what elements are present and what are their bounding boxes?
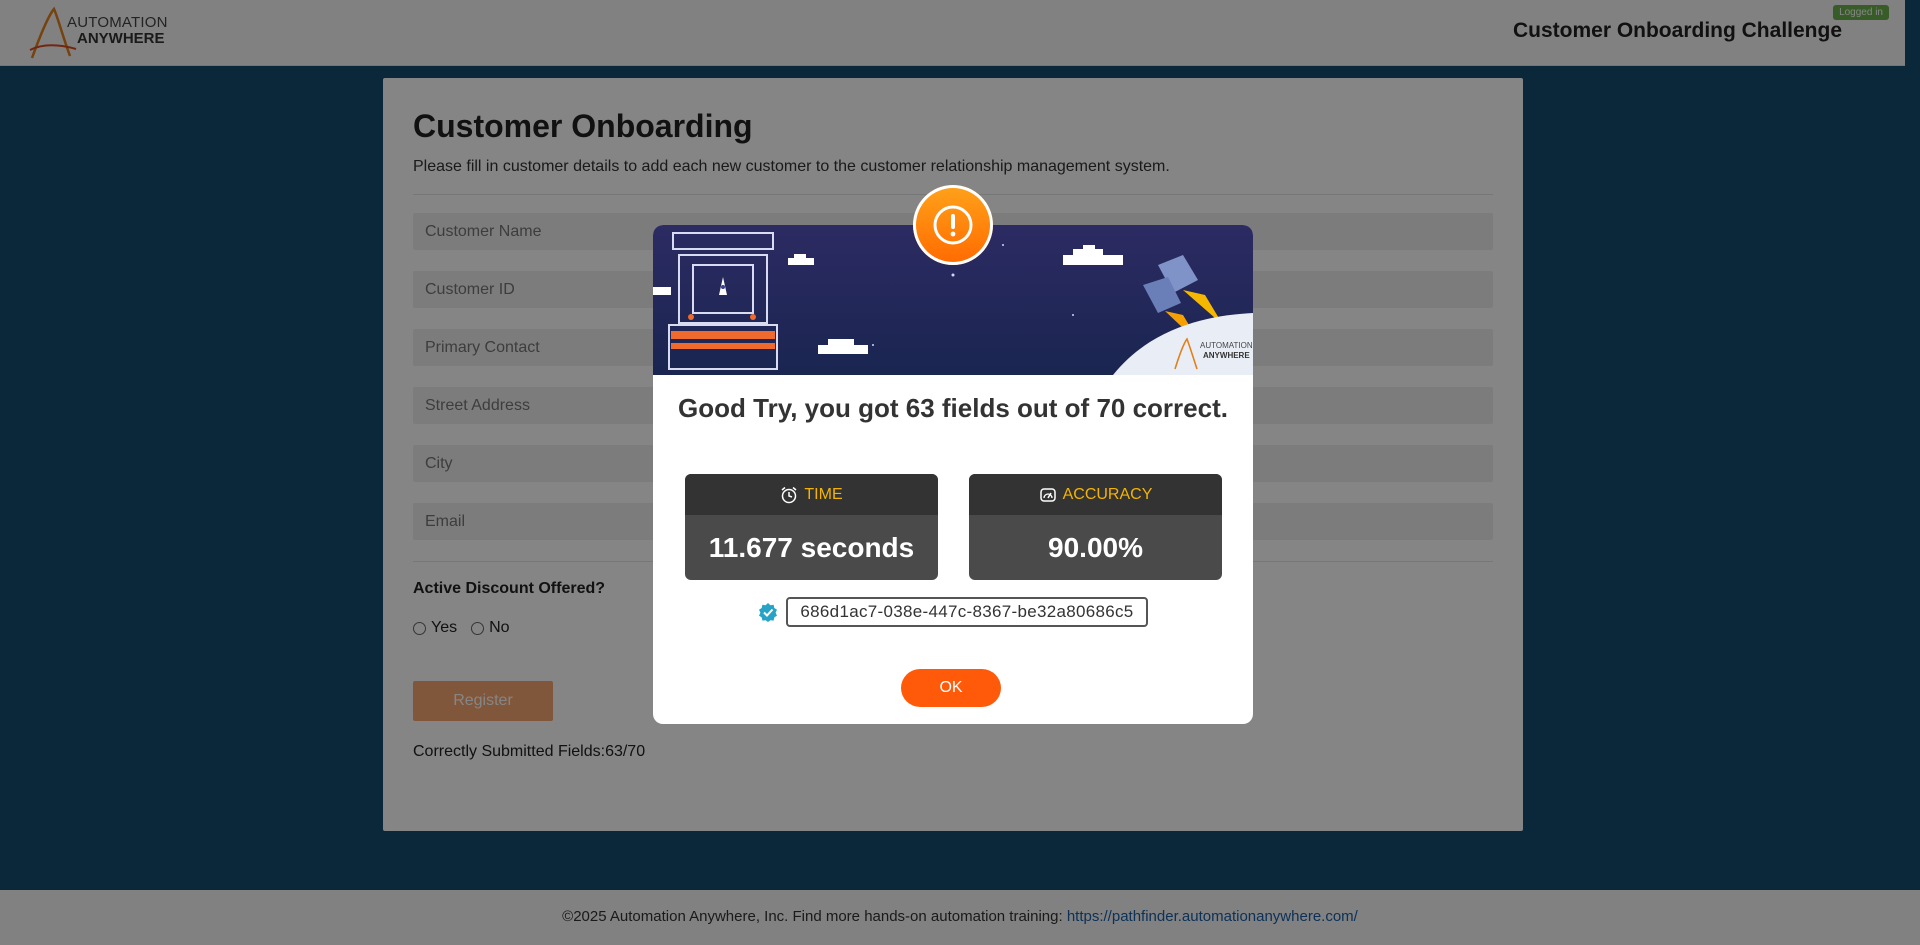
result-modal: AUTOMATION ANYWHERE Good Try, you got 63… (653, 185, 1253, 724)
alarm-clock-icon (781, 486, 797, 503)
completion-code-box[interactable]: 686d1ac7-038e-447c-8367-be32a80686c5 (786, 597, 1148, 627)
banner-logo-line2: ANYWHERE (1203, 351, 1250, 360)
gauge-icon (1039, 487, 1056, 502)
completion-code-row: 686d1ac7-038e-447c-8367-be32a80686c5 (653, 597, 1253, 627)
time-label: TIME (804, 485, 843, 503)
accuracy-stat-header: ACCURACY (969, 474, 1222, 515)
ok-button[interactable]: OK (901, 669, 1001, 707)
exclamation-icon (913, 185, 993, 265)
time-value: 11.677 seconds (708, 531, 915, 563)
accuracy-label: ACCURACY (1062, 485, 1153, 503)
accuracy-value: 90.00% (1048, 531, 1143, 563)
verified-check-icon (759, 603, 778, 622)
accuracy-stat-card: ACCURACY 90.00% (969, 474, 1222, 580)
time-stat-card: TIME 11.677 seconds (685, 474, 938, 580)
time-stat-header: TIME (685, 474, 938, 515)
banner-logo-line1: AUTOMATION (1200, 341, 1253, 350)
result-message: Good Try, you got 63 fields out of 70 co… (678, 393, 1228, 423)
